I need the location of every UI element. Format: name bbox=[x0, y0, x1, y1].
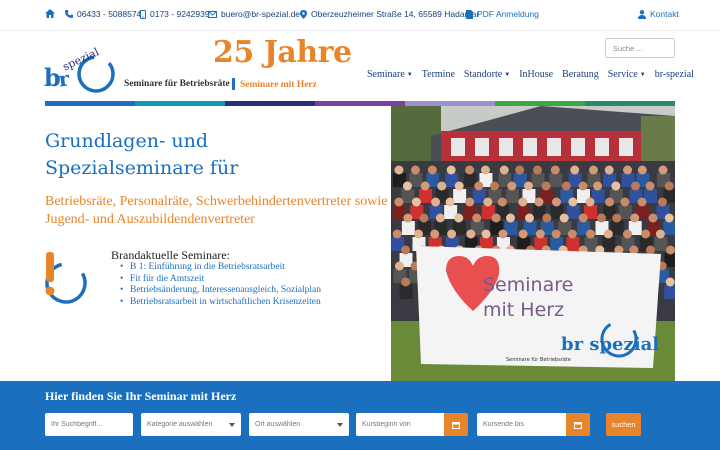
hero-subtitle: Betriebsräte, Personalräte, Schwerbehind… bbox=[45, 194, 388, 227]
current-seminars-list: B 1: Einführung in die Betriebsratsarbei… bbox=[120, 262, 321, 309]
search-submit-button[interactable]: suchen bbox=[606, 413, 641, 436]
anniversary-title: 25 Jahre bbox=[213, 35, 352, 70]
nav-br-spezial[interactable]: br-spezial bbox=[655, 69, 694, 80]
seminar-link[interactable]: Fit für die Amtszeit bbox=[120, 274, 321, 286]
seminar-link[interactable]: Betriebsratsarbeit in wirtschaftlichen K… bbox=[120, 297, 321, 309]
caret-down-icon bbox=[229, 423, 235, 427]
phone-icon bbox=[65, 10, 73, 18]
course-end-input[interactable] bbox=[477, 413, 566, 436]
hero-title: Grundlagen- und Spezialseminare für bbox=[45, 130, 239, 179]
home-link[interactable] bbox=[45, 9, 59, 18]
location-select[interactable]: Ort auswählen bbox=[249, 413, 349, 436]
exclamation-logo-icon bbox=[44, 250, 94, 310]
top-contact-bar: 06433 - 5088574 0173 - 9242939 buero@br-… bbox=[0, 0, 720, 31]
seminar-link[interactable]: Betriebsänderung, Interessenausgleich, S… bbox=[120, 285, 321, 297]
banner-text-line1: Seminare bbox=[483, 274, 573, 296]
seminar-search-band: Hier finden Sie Ihr Seminar mit Herz Kat… bbox=[0, 381, 720, 450]
nav-inhouse[interactable]: InHouse bbox=[519, 69, 553, 80]
end-date-calendar-button[interactable] bbox=[566, 413, 590, 436]
tagline: Seminare mit Herz bbox=[240, 80, 317, 90]
brand-logo[interactable]: b r spezial bbox=[44, 42, 122, 94]
site-header: b r spezial Seminare für Betriebsräte 25… bbox=[0, 31, 720, 101]
stripe-segment bbox=[225, 101, 315, 106]
contact-link[interactable]: Kontakt bbox=[638, 9, 679, 19]
file-icon bbox=[466, 9, 473, 19]
banner-text-line2: mit Herz bbox=[483, 299, 564, 321]
user-icon bbox=[638, 9, 646, 19]
nav-termine[interactable]: Termine bbox=[422, 69, 455, 80]
stripe-segment bbox=[135, 101, 225, 106]
phone-link[interactable]: 06433 - 5088574 bbox=[65, 9, 141, 19]
category-select[interactable]: Kategorie auswählen bbox=[141, 413, 241, 436]
course-start-input[interactable] bbox=[356, 413, 444, 436]
search-band-title: Hier finden Sie Ihr Seminar mit Herz bbox=[45, 389, 237, 403]
email-link[interactable]: buero@br-spezial.de bbox=[208, 9, 300, 19]
keyword-input[interactable] bbox=[45, 413, 133, 436]
logo-subtitle: Seminare für Betriebsräte bbox=[124, 79, 230, 89]
caret-down-icon: ▼ bbox=[639, 71, 646, 78]
search-input[interactable] bbox=[605, 38, 675, 58]
mobile-icon bbox=[140, 9, 146, 19]
tagline-divider bbox=[232, 78, 235, 90]
home-icon bbox=[45, 9, 55, 18]
nav-seminare[interactable]: Seminare ▼ bbox=[367, 69, 413, 80]
stripe-segment bbox=[45, 101, 135, 106]
caret-down-icon: ▼ bbox=[504, 71, 511, 78]
start-date-calendar-button[interactable] bbox=[444, 413, 468, 436]
calendar-icon bbox=[574, 421, 582, 429]
envelope-icon bbox=[208, 10, 217, 18]
address-text: Oberzeuzheimer Straße 14, 65589 Hadamar bbox=[300, 9, 479, 19]
banner-logo-text: br spezial bbox=[561, 334, 659, 355]
seminar-link[interactable]: B 1: Einführung in die Betriebsratsarbei… bbox=[120, 262, 321, 274]
map-marker-icon bbox=[300, 9, 307, 19]
current-seminars-title: Brandaktuelle Seminare: bbox=[111, 248, 230, 262]
mobile-link[interactable]: 0173 - 9242939 bbox=[140, 9, 210, 19]
caret-down-icon bbox=[337, 423, 343, 427]
calendar-icon bbox=[452, 421, 460, 429]
nav-standorte[interactable]: Standorte ▼ bbox=[464, 69, 510, 80]
group-photo: Seminare mit Herz br spezial Seminare fü… bbox=[391, 106, 675, 381]
banner-small-text: Seminare für Betriebsräte bbox=[506, 357, 571, 363]
br-spezial-logo-icon: b r spezial bbox=[44, 45, 115, 93]
caret-down-icon: ▼ bbox=[406, 71, 413, 78]
main-navigation: Seminare ▼ Termine Standorte ▼ InHouse Ber… bbox=[367, 69, 694, 80]
nav-service[interactable]: Service ▼ bbox=[608, 69, 646, 80]
pdf-registration-link[interactable]: PDF Anmeldung bbox=[466, 9, 539, 19]
nav-beratung[interactable]: Beratung bbox=[562, 69, 599, 80]
